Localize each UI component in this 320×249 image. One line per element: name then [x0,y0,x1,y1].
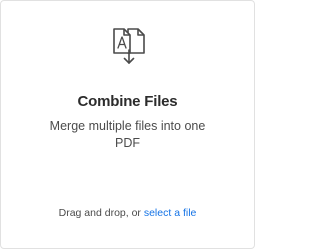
select-file-link[interactable]: select a file [144,207,197,219]
card-title: Combine Files [77,93,178,110]
card-footer: Drag and drop, or select a file [1,207,254,219]
card-description: Merge multiple files into one PDF [49,119,206,150]
footer-text: Drag and drop, or [58,207,144,219]
combine-files-card[interactable]: Combine Files Merge multiple files into … [0,0,255,249]
combine-files-icon [111,26,147,66]
